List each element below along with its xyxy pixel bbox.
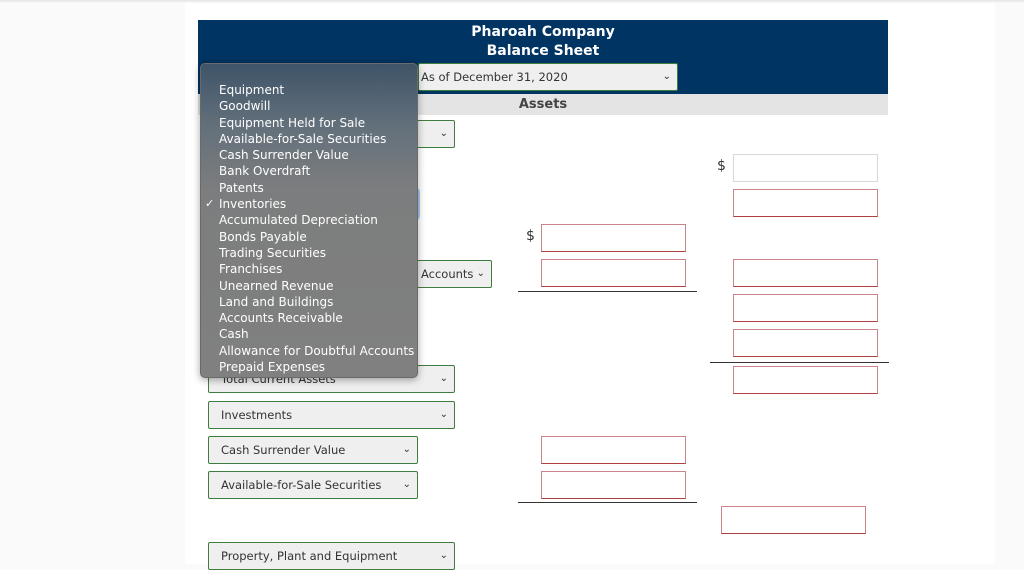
dropdown-option-label: Bank Overdraft	[219, 164, 311, 179]
date-select[interactable]: As of December 31, 2020 ⌄	[418, 63, 678, 91]
chevron-down-icon: ⌄	[439, 373, 448, 384]
dropdown-option-label: Accumulated Depreciation	[219, 213, 378, 228]
chevron-down-icon: ⌄	[439, 128, 448, 139]
chevron-down-icon: ⌄	[402, 479, 411, 490]
dropdown-option-label: Bonds Payable	[219, 229, 307, 244]
total-current-assets-input[interactable]	[733, 366, 878, 394]
chevron-down-icon: ⌄	[439, 550, 448, 561]
dropdown-option-label: Franchises	[219, 262, 283, 277]
amount-input-cash-surrender[interactable]	[541, 436, 686, 464]
amount-input-right-5[interactable]	[733, 329, 878, 357]
dropdown-option[interactable]: Unearned Revenue	[201, 278, 417, 294]
account-dropdown-menu: Equipment Goodwill Equipment Held for Sale…	[200, 63, 418, 378]
dropdown-option[interactable]: Trading Securities	[201, 245, 417, 261]
dropdown-option[interactable]: Equipment Held for Sale	[201, 115, 417, 131]
subtotal-rule	[518, 502, 697, 503]
cash-surrender-value-value: Cash Surrender Value	[221, 443, 346, 457]
amount-input-right-3[interactable]	[733, 259, 878, 287]
dollar-sign: $	[526, 228, 535, 244]
total-investments-input[interactable]	[721, 506, 866, 534]
amount-input-mid-2[interactable]	[541, 259, 686, 287]
dropdown-option[interactable]: Cash Surrender Value	[201, 147, 417, 163]
dropdown-option[interactable]: Accounts Receivable	[201, 310, 417, 326]
dropdown-option[interactable]: Accumulated Depreciation	[201, 212, 417, 228]
dropdown-option[interactable]: Allowance for Doubtful Accounts	[201, 343, 417, 359]
dropdown-option[interactable]: Franchises	[201, 261, 417, 277]
dropdown-option[interactable]: Equipment	[201, 82, 417, 98]
amount-input-available-for-sale[interactable]	[541, 471, 686, 499]
company-name: Pharoah Company	[471, 24, 615, 40]
amount-input-right-2[interactable]	[733, 189, 878, 217]
dropdown-option[interactable]: Patents	[201, 180, 417, 196]
dropdown-option-label: Unearned Revenue	[219, 278, 334, 293]
dropdown-option-label: Equipment Held for Sale	[219, 115, 366, 130]
dropdown-option[interactable]: Bonds Payable	[201, 229, 417, 245]
amount-input-mid-1[interactable]	[541, 224, 686, 252]
chevron-down-icon: ⌄	[662, 71, 671, 82]
dropdown-option-label: Land and Buildings	[219, 294, 334, 309]
account-select-allowance-value: Accounts	[421, 267, 474, 281]
dropdown-option-label: Cash Surrender Value	[219, 148, 349, 163]
dropdown-option[interactable]: Bank Overdraft	[201, 163, 417, 179]
statement-title: Balance Sheet	[486, 43, 600, 59]
dropdown-option-label: Trading Securities	[219, 245, 326, 260]
dropdown-option-label: Prepaid Expenses	[219, 360, 325, 375]
dropdown-option[interactable]: Goodwill	[201, 98, 417, 114]
dropdown-option-label: Patents	[219, 180, 264, 195]
dropdown-option[interactable]: Cash	[201, 326, 417, 342]
date-select-value: As of December 31, 2020	[421, 70, 568, 84]
dropdown-option-label: Cash	[219, 327, 249, 342]
dropdown-option-label: Accounts Receivable	[219, 311, 343, 326]
available-for-sale-value: Available-for-Sale Securities	[221, 478, 382, 492]
available-for-sale-select[interactable]: Available-for-Sale Securities ⌄	[208, 471, 418, 499]
ppe-value: Property, Plant and Equipment	[221, 549, 398, 563]
dropdown-option-label: Equipment	[219, 83, 285, 97]
total-rule	[710, 362, 889, 363]
dropdown-option[interactable]: Prepaid Expenses	[201, 359, 417, 375]
dropdown-option[interactable]: Available-for-Sale Securities	[201, 131, 417, 147]
dropdown-options: Equipment Goodwill Equipment Held for Sale…	[201, 82, 417, 375]
ppe-select[interactable]: Property, Plant and Equipment ⌄	[208, 542, 455, 570]
chevron-down-icon: ⌄	[402, 444, 411, 455]
subtotal-rule	[518, 291, 697, 292]
cash-surrender-value-select[interactable]: Cash Surrender Value ⌄	[208, 436, 418, 464]
investments-value: Investments	[221, 408, 293, 422]
chevron-down-icon: ⌄	[476, 268, 485, 279]
dropdown-option[interactable]: ✓ Inventories	[201, 196, 417, 212]
dropdown-option-label: Goodwill	[219, 99, 271, 114]
dropdown-option-label: Available-for-Sale Securities	[219, 131, 387, 146]
amount-input-right-4[interactable]	[733, 294, 878, 322]
chevron-down-icon: ⌄	[439, 409, 448, 420]
amount-input-right-1[interactable]	[733, 154, 878, 182]
dropdown-option-label: Inventories	[219, 197, 287, 212]
dollar-sign: $	[717, 158, 726, 174]
dropdown-option[interactable]: Land and Buildings	[201, 294, 417, 310]
dropdown-option-label: Allowance for Doubtful Accounts	[219, 343, 415, 358]
checkmark-icon: ✓	[205, 197, 215, 211]
investments-select[interactable]: Investments ⌄	[208, 401, 455, 429]
